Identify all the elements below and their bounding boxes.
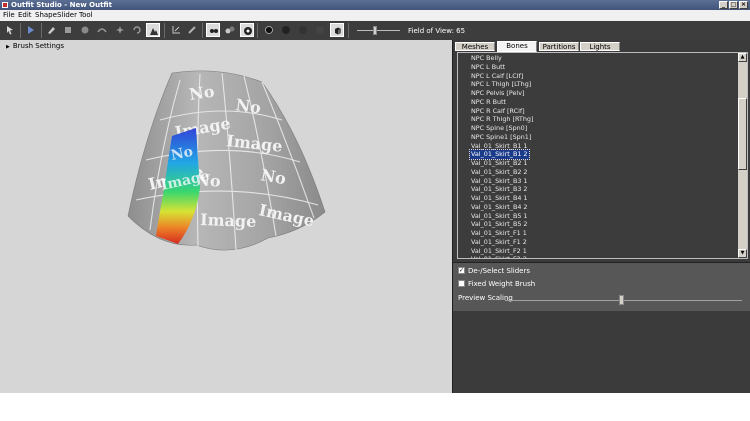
bone-list-item[interactable]: NPC L Thigh [LThg] <box>470 80 532 89</box>
scrollbar-thumb[interactable] <box>738 98 747 170</box>
bone-list-item[interactable]: NPC R Thigh [RThg] <box>470 115 534 124</box>
vertex-color-icon[interactable] <box>223 23 237 37</box>
bone-list-item[interactable]: Val_01_Skirt_B4 1 <box>470 194 529 203</box>
menu-slider[interactable]: Slider <box>57 11 77 20</box>
fixed-weight-brush-label: Fixed Weight Brush <box>468 280 536 288</box>
tab-partitions[interactable]: Partitions <box>539 42 579 51</box>
bone-list-item[interactable]: Val_01_Skirt_B4 2 <box>470 203 529 212</box>
tab-lights[interactable]: Lights <box>580 42 620 51</box>
texture-text-no: No <box>188 82 216 104</box>
bone-list-item[interactable]: NPC R Calf [RClf] <box>470 107 526 116</box>
bone-list-item[interactable]: NPC Spine1 [Spn1] <box>470 133 532 142</box>
menu-bar: File Edit Shape Slider Tool <box>0 10 750 21</box>
bone-list-item[interactable]: NPC R Butt <box>470 98 507 107</box>
menu-edit[interactable]: Edit <box>18 11 32 20</box>
field-of-view-slider-thumb[interactable] <box>373 26 377 35</box>
bone-list-scrollbar[interactable]: ▲ ▼ <box>738 53 747 258</box>
skirt-mesh-render[interactable]: No Image No Image No Image No Image Imag… <box>0 40 452 393</box>
bone-list-item[interactable]: Val_01_Skirt_F2 2 <box>470 255 528 258</box>
menu-file[interactable]: File <box>3 11 15 20</box>
edit-vertex-icon[interactable] <box>185 23 199 37</box>
bone-options: ✓ De-/Select Sliders Fixed Weight Brush P… <box>453 262 750 311</box>
bone-list-item[interactable]: NPC L Butt <box>470 63 506 72</box>
fixed-weight-brush-checkbox[interactable] <box>458 279 465 287</box>
field-of-view-label: Field of View: 65 <box>408 27 466 35</box>
scroll-down-icon[interactable]: ▼ <box>738 249 747 258</box>
bone-list-item[interactable]: NPC Belly <box>470 54 503 63</box>
bone-list-item[interactable]: Val_01_Skirt_F1 1 <box>470 229 528 238</box>
window-title: Outfit Studio - New Outfit <box>11 1 112 9</box>
3d-viewport[interactable]: ▶ Brush Settings No Image No Image No Im… <box>0 40 452 393</box>
bone-list-item[interactable]: Val_01_Skirt_B1 2 <box>469 149 530 161</box>
bone-list-item[interactable]: NPC Spine [Spn0] <box>470 124 528 133</box>
move-brush-icon[interactable] <box>95 23 109 37</box>
close-button[interactable]: × <box>739 1 748 9</box>
smooth-sphere-icon[interactable] <box>313 23 327 37</box>
inflate-brush-icon[interactable] <box>61 23 75 37</box>
texture-text-image-3: Image <box>200 210 257 231</box>
menu-tool[interactable]: Tool <box>79 11 93 20</box>
select-icon[interactable] <box>3 23 17 37</box>
bone-list-item[interactable]: NPC L Calf [LClf] <box>470 72 524 81</box>
bone-list-item[interactable]: Val_01_Skirt_B5 2 <box>470 220 529 229</box>
field-of-view-slider[interactable] <box>357 30 400 31</box>
deselect-sliders-checkbox[interactable]: ✓ <box>458 266 465 274</box>
bone-list-item[interactable]: Val_01_Skirt_F2 1 <box>470 247 528 256</box>
transform-icon[interactable] <box>24 23 38 37</box>
deselect-sliders-option[interactable]: ✓ De-/Select Sliders <box>458 266 530 276</box>
bone-list[interactable]: NPC Belly NPC L Butt NPC L Calf [LClf] NPC … <box>457 52 748 259</box>
bone-list-item[interactable]: Val_01_Skirt_B2 2 <box>470 168 529 177</box>
mask-brush-icon[interactable] <box>146 23 160 37</box>
bone-list-item[interactable]: NPC Pelvis [Pelv] <box>470 89 525 98</box>
right-panel: Meshes Bones Partitions Lights NPC Belly… <box>452 40 750 393</box>
preview-scaling-slider-thumb[interactable] <box>619 295 625 305</box>
bone-list-item[interactable]: Val_01_Skirt_F1 2 <box>470 238 528 247</box>
deselect-sliders-label: De-/Select Sliders <box>468 267 531 275</box>
brush-icon[interactable] <box>44 23 58 37</box>
texture-text-no-2: No <box>234 95 262 117</box>
tab-meshes[interactable]: Meshes <box>455 42 495 51</box>
smooth-brush-icon[interactable] <box>113 23 127 37</box>
weight-paint-icon[interactable] <box>169 23 183 37</box>
menu-shape[interactable]: Shape <box>35 11 57 20</box>
undo-icon[interactable] <box>130 23 144 37</box>
tab-bones[interactable]: Bones <box>497 41 537 52</box>
lighting-icon[interactable] <box>262 23 276 37</box>
title-bar[interactable]: Outfit Studio - New Outfit _ □ × <box>0 0 750 10</box>
deflate-brush-icon[interactable] <box>78 23 92 37</box>
outfit-studio-window: Outfit Studio - New Outfit _ □ × File Ed… <box>0 0 750 393</box>
cube-icon[interactable] <box>330 23 344 37</box>
bone-list-item[interactable]: Val_01_Skirt_B3 1 <box>470 177 529 186</box>
fixed-weight-brush-option[interactable]: Fixed Weight Brush <box>458 279 535 289</box>
bone-list-item[interactable]: Val_01_Skirt_B2 1 <box>470 159 529 168</box>
bone-list-item[interactable]: Val_01_Skirt_B3 2 <box>470 185 529 194</box>
segment-icon[interactable] <box>206 23 220 37</box>
bone-list-item[interactable]: Val_01_Skirt_B5 1 <box>470 212 529 221</box>
wireframe-icon[interactable] <box>240 23 254 37</box>
toolbar: Field of View: 65 <box>0 21 750 41</box>
scroll-up-icon[interactable]: ▲ <box>738 53 747 62</box>
app-icon <box>2 2 8 8</box>
texture-icon[interactable] <box>279 23 293 37</box>
bone-list-item[interactable]: Val_01_Skirt_B1 1 <box>470 142 529 151</box>
minimize-button[interactable]: _ <box>719 1 728 9</box>
shaded-sphere-icon[interactable] <box>296 23 310 37</box>
maximize-button[interactable]: □ <box>729 1 738 9</box>
